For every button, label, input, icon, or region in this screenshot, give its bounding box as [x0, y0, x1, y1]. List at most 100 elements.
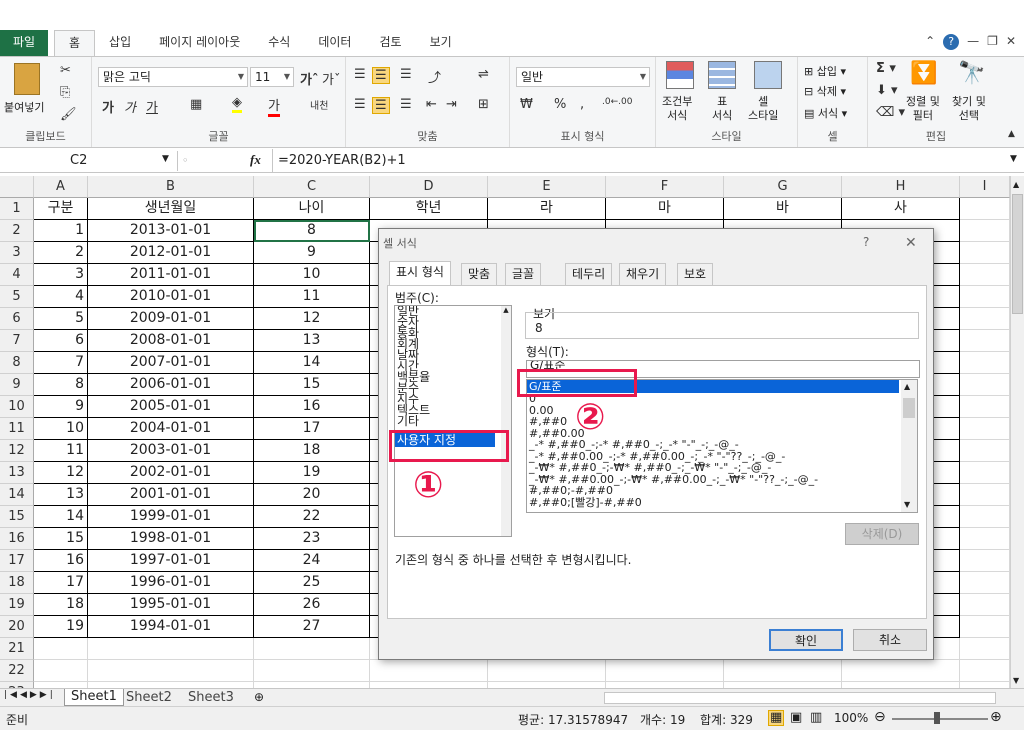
format-as-table-icon[interactable]	[708, 61, 736, 89]
cell-A15[interactable]: 14	[34, 506, 88, 528]
cell-B16[interactable]: 1998-01-01	[88, 528, 254, 550]
format-item[interactable]: #,##0;[빨강]-#,##0	[527, 496, 917, 509]
row-header-11[interactable]: 11	[0, 418, 34, 440]
category-list[interactable]: 일반 숫자 통화 회계 날짜 시간 백분율 분수 지수 텍스트 기타 사용자 지정	[394, 305, 512, 537]
sheet-tab-3[interactable]: Sheet3	[188, 690, 234, 705]
row-header-3[interactable]: 3	[0, 242, 34, 264]
autosum-icon[interactable]: Σ ▾	[876, 61, 896, 76]
scroll-thumb[interactable]	[1012, 194, 1023, 314]
cell-I4[interactable]	[960, 264, 1010, 286]
cell-B3[interactable]: 2012-01-01	[88, 242, 254, 264]
format-as-table-button[interactable]: 표 서식	[712, 95, 732, 123]
row-header-1[interactable]: 1	[0, 198, 34, 220]
conditional-format-button[interactable]: 조건부 서식	[662, 95, 692, 123]
row-header-19[interactable]: 19	[0, 594, 34, 616]
close-icon[interactable]: ✕	[1006, 34, 1016, 50]
cell-C14[interactable]: 20	[254, 484, 370, 506]
cell-B13[interactable]: 2002-01-01	[88, 462, 254, 484]
cell-C21[interactable]	[254, 638, 370, 660]
column-header-E[interactable]: E	[488, 176, 606, 198]
column-header-F[interactable]: F	[606, 176, 724, 198]
accounting-format-icon[interactable]: ₩	[520, 97, 533, 112]
italic-icon[interactable]: 가	[124, 97, 136, 116]
tab-border[interactable]: 테두리	[565, 263, 613, 285]
formula-splitter-icon[interactable]: ◦	[182, 154, 189, 167]
cell-C8[interactable]: 14	[254, 352, 370, 374]
select-all-corner[interactable]	[0, 176, 34, 198]
increase-decimal-icon[interactable]: .0←.00	[602, 97, 632, 107]
cell-A5[interactable]: 4	[34, 286, 88, 308]
cell-C5[interactable]: 11	[254, 286, 370, 308]
restore-icon[interactable]: ❐	[987, 34, 998, 50]
cell-I7[interactable]	[960, 330, 1010, 352]
row-header-16[interactable]: 16	[0, 528, 34, 550]
cell-I11[interactable]	[960, 418, 1010, 440]
cell-styles-icon[interactable]	[754, 61, 782, 89]
zoom-slider-thumb[interactable]	[934, 712, 940, 724]
column-header-A[interactable]: A	[34, 176, 88, 198]
format-scrollbar[interactable]: ▲ ▼	[901, 380, 917, 512]
cell-I10[interactable]	[960, 396, 1010, 418]
tab-file[interactable]: 파일	[0, 30, 48, 56]
tab-alignment[interactable]: 맞춤	[461, 263, 498, 285]
column-header-C[interactable]: C	[254, 176, 370, 198]
tab-font[interactable]: 글꼴	[505, 263, 542, 285]
zoom-level[interactable]: 100%	[834, 711, 868, 725]
row-header-20[interactable]: 20	[0, 616, 34, 638]
copy-icon[interactable]: ⎘	[60, 85, 70, 100]
decrease-indent-icon[interactable]: ⇤	[426, 97, 437, 112]
zoom-in-icon[interactable]: ⊕	[990, 709, 1002, 725]
formula-input[interactable]: =2020-YEAR(B2)+1	[278, 151, 406, 171]
row-header-2[interactable]: 2	[0, 220, 34, 242]
cell-A1[interactable]: 구분	[34, 198, 88, 220]
cell-A8[interactable]: 7	[34, 352, 88, 374]
cell-C22[interactable]	[254, 660, 370, 682]
cell-A10[interactable]: 9	[34, 396, 88, 418]
orientation-icon[interactable]: ⤴	[428, 67, 441, 86]
cell-A4[interactable]: 3	[34, 264, 88, 286]
cell-H22[interactable]	[842, 660, 960, 682]
cell-C6[interactable]: 12	[254, 308, 370, 330]
category-scroll[interactable]: ▲	[501, 306, 511, 536]
row-header-6[interactable]: 6	[0, 308, 34, 330]
underline-icon[interactable]: 가	[146, 97, 158, 116]
cell-C16[interactable]: 23	[254, 528, 370, 550]
minimize-icon[interactable]: —	[967, 34, 979, 50]
cell-A9[interactable]: 8	[34, 374, 88, 396]
cell-F1[interactable]: 마	[606, 198, 724, 220]
cell-I3[interactable]	[960, 242, 1010, 264]
fill-icon[interactable]: ⬇ ▾	[876, 83, 898, 98]
zoom-out-icon[interactable]: ⊖	[874, 709, 886, 725]
cell-C20[interactable]: 27	[254, 616, 370, 638]
column-header-H[interactable]: H	[842, 176, 960, 198]
cell-I16[interactable]	[960, 528, 1010, 550]
cell-B12[interactable]: 2003-01-01	[88, 440, 254, 462]
tab-view[interactable]: 보기	[416, 30, 466, 56]
cell-C19[interactable]: 26	[254, 594, 370, 616]
cell-D22[interactable]	[370, 660, 488, 682]
tab-page-layout[interactable]: 페이지 레이아웃	[145, 30, 254, 56]
font-color-icon[interactable]: 가	[268, 95, 280, 117]
cell-A13[interactable]: 12	[34, 462, 88, 484]
name-box-dropdown-icon[interactable]: ▼	[162, 154, 169, 164]
column-header-I[interactable]: I	[960, 176, 1010, 198]
align-right-icon[interactable]: ☰	[400, 97, 412, 112]
align-center-icon[interactable]: ☰	[372, 97, 390, 114]
row-header-4[interactable]: 4	[0, 264, 34, 286]
format-item[interactable]: #,##0;-#,##0	[527, 485, 917, 497]
cell-I21[interactable]	[960, 638, 1010, 660]
cell-I18[interactable]	[960, 572, 1010, 594]
collapse-ribbon-icon[interactable]: ⌃	[925, 34, 935, 50]
insert-function-icon[interactable]: fx	[250, 152, 261, 168]
cell-B1[interactable]: 생년월일	[88, 198, 254, 220]
row-header-15[interactable]: 15	[0, 506, 34, 528]
delete-format-button[interactable]: 삭제(D)	[845, 523, 919, 545]
cell-B2[interactable]: 2013-01-01	[88, 220, 254, 242]
help-icon[interactable]: ?	[943, 34, 960, 50]
sheet-tab-2[interactable]: Sheet2	[126, 690, 172, 705]
dialog-help-button[interactable]: ?	[863, 235, 869, 249]
bold-icon[interactable]: 가	[102, 97, 114, 116]
number-format-select[interactable]: 일반 ▼	[516, 67, 650, 87]
cell-I5[interactable]	[960, 286, 1010, 308]
category-item[interactable]: 기타	[395, 415, 511, 427]
